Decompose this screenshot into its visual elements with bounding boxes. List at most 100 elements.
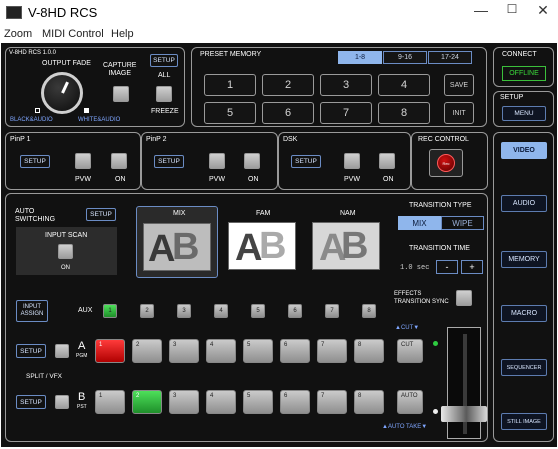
pst-button-4[interactable]: 4: [206, 390, 236, 414]
aux-button-7[interactable]: 7: [325, 304, 339, 318]
aux-button-8[interactable]: 8: [362, 304, 376, 318]
preset-button-1[interactable]: 1: [204, 74, 256, 96]
aux-button-3[interactable]: 3: [177, 304, 191, 318]
app-icon: [6, 6, 22, 19]
nam-transition-tile[interactable]: A B: [312, 222, 380, 270]
transition-time-minus-button[interactable]: -: [436, 260, 458, 274]
pst-button-1[interactable]: 1: [95, 390, 125, 414]
aux-button-1[interactable]: 1: [103, 304, 117, 318]
dsk-on-label: ON: [383, 176, 394, 183]
nav-video-button[interactable]: VIDEO: [501, 142, 547, 159]
output-fade-knob[interactable]: [41, 72, 83, 114]
pgm-button-3[interactable]: 3: [169, 339, 199, 363]
dsk-title: DSK: [283, 136, 298, 143]
input-scan-button[interactable]: [58, 244, 73, 259]
dsk-on-button[interactable]: [379, 153, 395, 169]
cut-button[interactable]: CUT: [397, 339, 423, 363]
t-bar-handle[interactable]: [441, 406, 487, 422]
title-bar: V-8HD RCS — ☐ ✕: [0, 0, 558, 26]
pst-button-8[interactable]: 8: [354, 390, 384, 414]
pst-button-5[interactable]: 5: [243, 390, 273, 414]
aux-button-4[interactable]: 4: [214, 304, 228, 318]
t-bar-white-indicator: [433, 409, 438, 414]
setup-title: SETUP: [500, 94, 524, 101]
pinp2-on-button[interactable]: [244, 153, 260, 169]
mix-transition-tile[interactable]: MIX A B: [136, 206, 218, 278]
preset-tab-9-16[interactable]: 9-16: [383, 51, 427, 64]
menu-zoom[interactable]: Zoom: [4, 28, 32, 40]
pst-button-6[interactable]: 6: [280, 390, 310, 414]
save-button[interactable]: SAVE: [444, 74, 474, 96]
auto-switching-setup-button[interactable]: SETUP: [86, 208, 116, 221]
nav-macro-button[interactable]: MACRO: [501, 305, 547, 322]
transition-type-mix-button[interactable]: MIX: [398, 216, 441, 230]
maximize-button[interactable]: ☐: [497, 2, 527, 16]
pinp1-setup-button[interactable]: SETUP: [20, 155, 50, 168]
pgm-button-2[interactable]: 2: [132, 339, 162, 363]
preset-tab-17-24[interactable]: 17-24: [428, 51, 472, 64]
preset-button-7[interactable]: 7: [320, 102, 372, 124]
preset-button-6[interactable]: 6: [262, 102, 314, 124]
b-bus-toggle[interactable]: [55, 395, 69, 409]
effects-transition-sync-button[interactable]: [456, 290, 472, 306]
a-bus-toggle[interactable]: [55, 344, 69, 358]
pinp2-setup-button[interactable]: SETUP: [154, 155, 184, 168]
preset-button-5[interactable]: 5: [204, 102, 256, 124]
preset-button-3[interactable]: 3: [320, 74, 372, 96]
init-button[interactable]: INIT: [444, 102, 474, 124]
aux-button-6[interactable]: 6: [288, 304, 302, 318]
pgm-button-4[interactable]: 4: [206, 339, 236, 363]
preset-button-4[interactable]: 4: [378, 74, 430, 96]
pst-button-2[interactable]: 2: [132, 390, 162, 414]
black-audio-label: BLACK&AUDIO: [10, 117, 53, 123]
fam-transition-tile[interactable]: A B: [228, 222, 296, 270]
preset-memory-panel: PRESET MEMORY 1-8 9-16 17-24 1 2 3 4 5 6…: [191, 47, 487, 127]
auto-take-label: ▲AUTO TAKE▼: [382, 424, 428, 430]
pinp2-pvw-button[interactable]: [209, 153, 225, 169]
close-button[interactable]: ✕: [528, 2, 558, 19]
transition-time-plus-button[interactable]: +: [461, 260, 483, 274]
nav-audio-button[interactable]: AUDIO: [501, 195, 547, 212]
pinp1-pvw-button[interactable]: [75, 153, 91, 169]
t-bar-track: [447, 327, 481, 439]
input-assign-button[interactable]: INPUT ASSIGN: [16, 300, 48, 322]
black-indicator: [35, 108, 40, 113]
dsk-pvw-button[interactable]: [344, 153, 360, 169]
aux-button-2[interactable]: 2: [140, 304, 154, 318]
minimize-button[interactable]: —: [466, 2, 496, 18]
input-scan-area: INPUT SCAN ON: [16, 227, 117, 275]
preset-tab-1-8[interactable]: 1-8: [338, 51, 382, 64]
nav-memory-button[interactable]: MEMORY: [501, 251, 547, 268]
pgm-button-1[interactable]: 1: [95, 339, 125, 363]
pgm-button-6[interactable]: 6: [280, 339, 310, 363]
b-bus-setup-button[interactable]: SETUP: [16, 395, 46, 409]
aux-button-5[interactable]: 5: [251, 304, 265, 318]
rec-button[interactable]: Rec: [429, 149, 463, 177]
a-bus-letter: A: [78, 340, 86, 352]
freeze-button[interactable]: [156, 86, 172, 102]
auto-button[interactable]: AUTO: [397, 390, 423, 414]
pst-button-7[interactable]: 7: [317, 390, 347, 414]
preset-button-8[interactable]: 8: [378, 102, 430, 124]
pst-button-3[interactable]: 3: [169, 390, 199, 414]
output-setup-button[interactable]: SETUP: [150, 54, 178, 67]
preset-button-2[interactable]: 2: [262, 74, 314, 96]
pinp1-on-button[interactable]: [111, 153, 127, 169]
nav-sequencer-button[interactable]: SEQUENCER: [501, 359, 547, 376]
menu-button[interactable]: MENU: [502, 106, 546, 121]
capture-image-button[interactable]: [113, 86, 129, 102]
offline-status-button[interactable]: OFFLINE: [502, 66, 546, 81]
menu-midi-control[interactable]: MIDI Control: [42, 28, 104, 40]
transition-type-wipe-button[interactable]: WIPE: [441, 216, 484, 230]
nav-still-image-button[interactable]: STILL IMAGE: [501, 413, 547, 430]
pgm-button-7[interactable]: 7: [317, 339, 347, 363]
menu-help[interactable]: Help: [111, 28, 134, 40]
pgm-button-5[interactable]: 5: [243, 339, 273, 363]
pgm-button-8[interactable]: 8: [354, 339, 384, 363]
pinp1-on-label: ON: [115, 176, 126, 183]
a-bus-setup-button[interactable]: SETUP: [16, 344, 46, 358]
freeze-all-label: ALL: [158, 72, 171, 79]
dsk-setup-button[interactable]: SETUP: [291, 155, 321, 168]
preset-memory-title: PRESET MEMORY: [200, 51, 262, 58]
input-scan-on-label: ON: [61, 265, 70, 271]
